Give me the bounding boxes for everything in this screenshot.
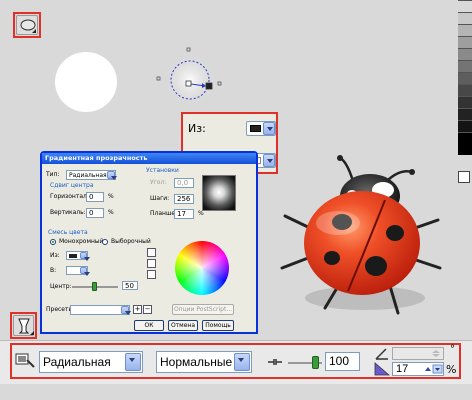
swap-colors-button[interactable] <box>147 259 156 268</box>
no-color-swatch[interactable] <box>458 171 470 183</box>
remove-preset-button[interactable]: − <box>143 305 152 314</box>
angle-spinner[interactable] <box>430 348 443 359</box>
transparency-type-value: Радиальная <box>43 355 111 369</box>
color-palette-strip[interactable] <box>458 0 472 155</box>
gradient-transparency-dialog: Градиентная прозрачность Тип: Радиальная… <box>40 151 258 334</box>
transparency-tool-button[interactable] <box>13 315 34 336</box>
presets-select[interactable] <box>70 305 131 315</box>
chevron-down-icon <box>121 306 131 315</box>
padding-spinner[interactable] <box>424 363 443 375</box>
chevron-down-icon <box>234 353 250 371</box>
mix-to-label: В: <box>50 267 57 274</box>
chevron-down-icon <box>125 353 141 371</box>
center-shift-header: Сдвиг центра <box>50 182 94 189</box>
chevron-down-icon <box>80 267 90 276</box>
help-button[interactable]: Помощь <box>202 320 234 331</box>
color-wheel[interactable] <box>175 241 229 295</box>
ok-button[interactable]: ОК <box>134 320 164 331</box>
from-color-swatch <box>250 125 261 132</box>
chevron-down-icon <box>107 171 117 180</box>
custom-label: Выборочный <box>111 238 151 245</box>
merge-mode-select[interactable]: Нормальные <box>156 351 252 373</box>
steps-label: Шаги: <box>150 195 170 202</box>
midpoint-slider[interactable] <box>288 356 322 369</box>
steps-input[interactable]: 256 <box>174 194 194 204</box>
transparency-type-select[interactable]: Радиальная <box>39 351 143 373</box>
ladybug-image <box>280 155 442 315</box>
popup-from-color-picker[interactable] <box>246 121 276 136</box>
midpoint-input[interactable]: 100 <box>325 352 360 371</box>
center-slider[interactable] <box>72 282 118 291</box>
horizontal-input[interactable]: 0 <box>86 192 104 202</box>
mono-label: Монохромный <box>59 238 104 245</box>
chevron-down-icon <box>263 122 275 135</box>
add-preset-button[interactable]: + <box>133 305 142 314</box>
padding-icon <box>374 362 391 376</box>
white-circle-shape <box>55 52 117 112</box>
oval-tool-icon <box>20 19 36 33</box>
transparency-handles[interactable] <box>150 40 230 120</box>
mix-from-swatch <box>69 254 77 258</box>
cancel-button[interactable]: Отмена <box>168 320 198 331</box>
transparency-settings-icon[interactable] <box>15 352 35 370</box>
eyedropper-button[interactable] <box>147 248 156 257</box>
oval-tool-button[interactable] <box>16 15 38 35</box>
angle-input[interactable]: 0,0 <box>174 178 194 188</box>
merge-mode-value: Нормальные <box>160 355 233 369</box>
padding-percent: % <box>446 363 457 376</box>
type-label: Тип: <box>46 171 60 178</box>
color-mix-header: Смесь цвета <box>48 229 88 236</box>
wine-glass-icon <box>18 318 34 335</box>
eyedropper-to-button[interactable] <box>147 270 156 279</box>
dialog-title: Градиентная прозрачность <box>45 154 148 162</box>
angle-icon <box>374 347 390 361</box>
vertical-percent: % <box>108 209 114 216</box>
popup-from-label: Из: <box>188 122 206 135</box>
midpoint-icon <box>266 355 284 369</box>
chevron-down-icon <box>80 252 90 261</box>
padding-percent: % <box>198 210 204 217</box>
custom-radio[interactable] <box>102 239 108 245</box>
angle-label: Угол: <box>150 179 167 186</box>
gradient-preview <box>202 175 236 211</box>
postscript-options-button[interactable]: Опции PostScript... <box>172 304 234 315</box>
mix-to-picker[interactable] <box>66 266 90 276</box>
type-select-value: Радиальная <box>69 172 107 179</box>
center-label: Центр: <box>50 283 72 290</box>
degree-symbol: ° <box>450 344 455 355</box>
mix-from-label: Из: <box>50 252 60 259</box>
vertical-input[interactable]: 0 <box>86 208 104 218</box>
horizontal-percent: % <box>108 193 114 200</box>
center-input[interactable]: 50 <box>122 281 138 290</box>
settings-header: Установки <box>146 167 179 174</box>
dialog-title-bar: Градиентная прозрачность <box>42 153 256 164</box>
mix-from-picker[interactable] <box>66 251 90 261</box>
padding-input[interactable]: 17 <box>174 209 194 219</box>
vertical-label: Вертикаль: <box>50 209 86 216</box>
mono-radio[interactable] <box>50 239 56 245</box>
type-select[interactable]: Радиальная <box>66 170 117 180</box>
